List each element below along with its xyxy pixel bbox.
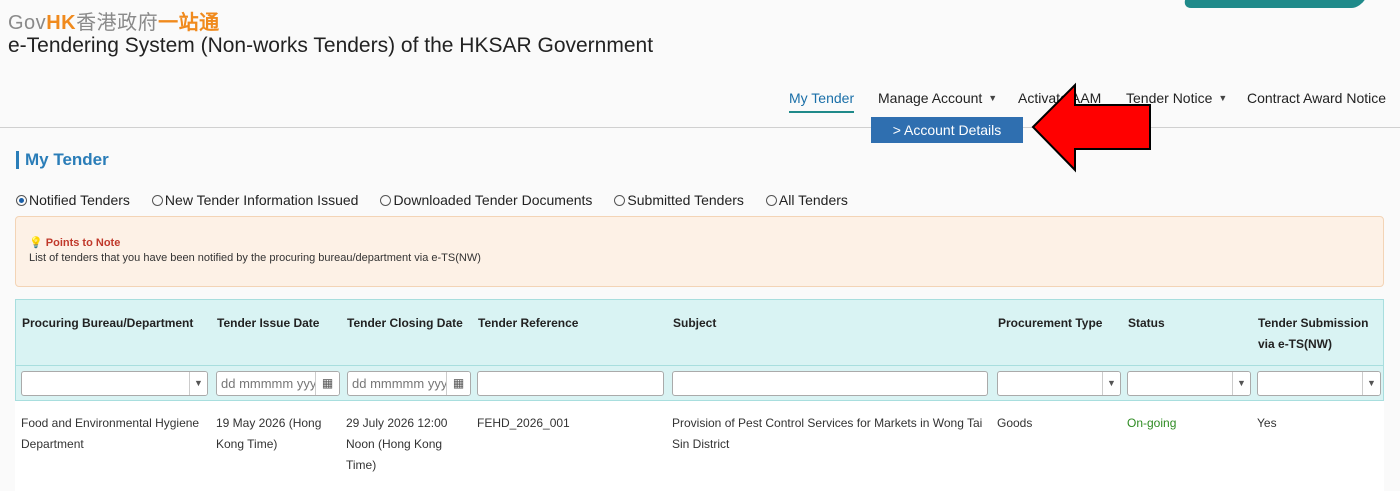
radio-icon [380, 195, 392, 206]
caret-down-icon: ▼ [988, 93, 998, 103]
points-to-note-box: 💡 Points to Note List of tenders that yo… [15, 216, 1384, 287]
caret-down-icon: ▼ [1218, 93, 1228, 103]
cell-department: Food and Environmental Hygiene Departmen… [21, 416, 200, 451]
column-header-status[interactable]: Status [1128, 313, 1253, 334]
radio-downloaded-docs[interactable]: Downloaded Tender Documents [380, 192, 592, 208]
header: GovHK香港政府一站通 e-Tendering System (Non-wor… [0, 0, 1400, 128]
procurement-type-filter-select[interactable]: ▼ [997, 371, 1121, 396]
chevron-down-icon: ▼ [1232, 372, 1250, 395]
chevron-down-icon: ▼ [1102, 372, 1120, 395]
column-header-department[interactable]: Procuring Bureau/Department [22, 313, 212, 334]
radio-icon [151, 195, 163, 206]
radio-icon [765, 195, 777, 206]
calendar-icon[interactable]: ▦ [315, 372, 339, 395]
column-header-reference[interactable]: Tender Reference [478, 313, 668, 334]
note-title: 💡 Points to Note [29, 237, 121, 249]
header-corner-tab[interactable] [1181, 0, 1379, 8]
department-filter-select[interactable]: ▼ [21, 371, 208, 396]
govhk-logo[interactable]: GovHK香港政府一站通 [8, 6, 220, 35]
chevron-down-icon: ▼ [189, 372, 207, 395]
column-header-issue-date[interactable]: Tender Issue Date [217, 313, 342, 334]
cell-closing-date: 29 July 2026 12:00 Noon (Hong Kong Time) [346, 416, 448, 472]
lightbulb-icon: 💡 [29, 237, 43, 249]
table-header: Procuring Bureau/Department Tender Issue… [15, 299, 1384, 366]
issue-date-filter-input[interactable]: dd mmmmm yyyy ▦ [216, 371, 340, 396]
cell-issue-date: 19 May 2026 (Hong Kong Time) [216, 416, 322, 451]
reference-filter-input[interactable] [477, 371, 664, 396]
radio-new-tender-info[interactable]: New Tender Information Issued [151, 192, 358, 208]
column-header-subject[interactable]: Subject [673, 313, 973, 334]
red-arrow-shape [1031, 82, 1151, 173]
nav-manage-account[interactable]: Manage Account ▼ [878, 90, 997, 106]
closing-date-filter-input[interactable]: dd mmmmm yyyy ▦ [347, 371, 471, 396]
radio-submitted-tenders[interactable]: Submitted Tenders [614, 192, 744, 208]
column-header-submission[interactable]: Tender Submission via e-TS(NW) [1258, 313, 1380, 355]
column-header-procurement-type[interactable]: Procurement Type [998, 313, 1123, 334]
cell-status: On-going [1127, 416, 1177, 430]
radio-icon [614, 195, 626, 206]
table-row[interactable]: Food and Environmental Hygiene Departmen… [15, 401, 1384, 491]
cell-submission: Yes [1257, 416, 1277, 430]
page-title: My Tender [16, 151, 109, 169]
cell-reference[interactable]: FEHD_2026_001 [477, 413, 667, 434]
table-filter-row: ▼ dd mmmmm yyyy ▦ dd mmmmm yyyy ▦ ▼ ▼ ▼ [15, 366, 1384, 401]
status-filter-select[interactable]: ▼ [1127, 371, 1251, 396]
cell-subject[interactable]: Provision of Pest Control Services for M… [672, 413, 992, 455]
radio-all-tenders[interactable]: All Tenders [765, 192, 848, 208]
tender-filter-radios: Notified Tenders New Tender Information I… [16, 192, 870, 208]
note-body: List of tenders that you have been notif… [29, 252, 481, 264]
radio-selected-icon [16, 195, 27, 206]
calendar-icon[interactable]: ▦ [446, 372, 470, 395]
red-arrow-annotation [1031, 82, 1151, 173]
system-title: e-Tendering System (Non-works Tenders) o… [8, 34, 654, 57]
cell-procurement-type: Goods [997, 416, 1033, 430]
submission-filter-select[interactable]: ▼ [1257, 371, 1381, 396]
column-header-closing-date[interactable]: Tender Closing Date [347, 313, 472, 334]
nav-contract-award-notice[interactable]: Contract Award Notice [1247, 90, 1386, 106]
chevron-down-icon: ▼ [1362, 372, 1380, 395]
nav-my-tender[interactable]: My Tender [789, 90, 855, 113]
subject-filter-input[interactable] [672, 371, 988, 396]
dropdown-account-details[interactable]: > Account Details [871, 117, 1023, 143]
radio-notified-tenders[interactable]: Notified Tenders [16, 192, 130, 208]
